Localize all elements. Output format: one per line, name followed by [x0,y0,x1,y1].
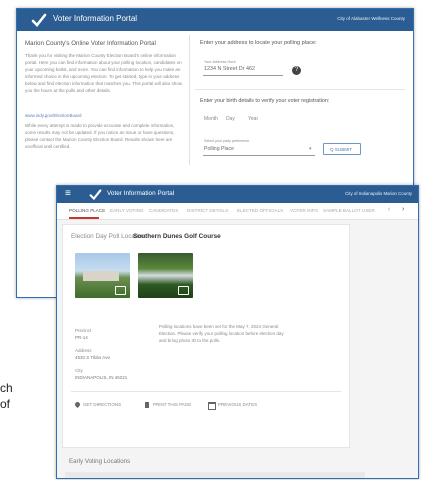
location-photo-2[interactable] [138,253,193,298]
front-header-right: City of Indianapolis Marion County [345,191,412,196]
city-label: City [75,368,83,373]
address-field-label: Your Address Here [204,60,236,64]
address-label: Address [75,348,92,353]
front-header-title: Voter Information Portal [107,190,175,197]
hamburger-menu-icon[interactable]: ≡ [65,188,71,199]
tab-scroll-right-icon[interactable]: › [402,206,404,213]
location-card: Election Day Poll Location: Southern Dun… [62,224,350,448]
location-photo-1[interactable] [75,253,130,298]
clubhouse-building [83,271,119,281]
submit-button-label: Q SUBMIT [330,147,353,152]
active-tab-indicator [69,217,99,219]
photo-gallery-icon [115,286,126,295]
back-column-divider [189,35,190,165]
intro-link[interactable]: www.indy.gov/ElectionBoard [25,112,183,119]
party-select[interactable]: Polling Place [204,146,234,152]
back-header-bar: Voter Information Portal City of Alabast… [17,9,413,31]
behind-text-line-1: ch [0,381,13,395]
tab-sample-ballot[interactable]: SAMPLE BALLOT [323,208,361,213]
previous-dates-label: PREVIOUS DATES [218,402,258,407]
birth-year-field[interactable]: Year [248,116,258,122]
address-value: 4530 S Tibbs Ave [75,355,110,360]
action-divider [71,391,341,392]
photo-gallery-icon [178,286,189,295]
early-voting-heading: Early Voting Locations [69,458,131,465]
map-pin-icon [73,400,82,409]
birth-month-field[interactable]: Month [204,116,218,122]
print-label: PRINT THIS PAGE [153,402,192,407]
early-voting-table-header [65,472,365,478]
intro-paragraph-2: While every attempt is made to provide a… [25,123,175,149]
tab-elected-officials[interactable]: ELECTED OFFICIALS [237,208,283,213]
party-select-underline [203,155,315,156]
tab-polling-place[interactable]: POLLING PLACE [69,208,105,213]
precinct-label: Precinct [75,328,92,333]
content-area: Election Day Poll Location: Southern Dun… [57,220,418,478]
address-heading: Enter your address to locate your pollin… [200,40,317,46]
print-button[interactable]: PRINT THIS PAGE [145,401,200,410]
help-icon[interactable]: ? [292,66,301,75]
get-directions-button[interactable]: GET DIRECTIONS [73,400,135,410]
tab-candidates[interactable]: CANDIDATES [149,208,178,213]
address-input-underline [203,75,283,76]
chevron-down-icon[interactable]: ▾ [309,146,312,152]
address-input[interactable]: 1234 N Street Dr 462 [204,66,255,72]
tab-bar: POLLING PLACE EARLY VOTING CANDIDATES DI… [57,203,418,220]
birthdate-heading: Enter your birth details to verify your … [200,98,330,104]
portal-title: Marion County's Online Voter Information… [25,40,156,47]
print-icon [145,402,149,408]
calendar-icon [208,402,216,410]
checkmark-logo-icon [31,12,47,28]
city-value: INDIANAPOLIS, IN 46221 [75,375,128,380]
tab-scroll-left-icon[interactable]: ‹ [388,206,390,213]
birth-day-field[interactable]: Day [226,116,235,122]
back-header-right: City of Alabaster Wellness County [337,16,405,21]
submit-button[interactable]: Q SUBMIT [323,143,361,155]
location-name: Southern Dunes Golf Course [133,233,221,240]
tab-voter-info[interactable]: VOTER INFO [290,208,318,213]
tab-user[interactable]: USER [362,208,375,213]
front-header-bar: ≡ Voter Information Portal City of India… [57,186,418,203]
intro-paragraph-1: Thank you for visiting the Marion County… [25,53,182,93]
tab-early-voting[interactable]: EARLY VOTING [110,208,144,213]
checkmark-logo-icon [89,188,102,201]
get-directions-label: GET DIRECTIONS [83,402,122,407]
behind-text-line-2: of [0,397,11,411]
party-select-label: Select your party preference [204,139,250,143]
location-notice: Polling locations have been set for the … [159,324,284,343]
precinct-value: PR-14 [75,335,88,340]
front-window: ≡ Voter Information Portal City of India… [56,185,419,479]
tab-district-details[interactable]: DISTRICT DETAILS [187,208,228,213]
back-header-title: Voter Information Portal [53,14,138,23]
previous-dates-button[interactable]: PREVIOUS DATES [208,401,268,410]
back-section-divider [195,89,405,90]
